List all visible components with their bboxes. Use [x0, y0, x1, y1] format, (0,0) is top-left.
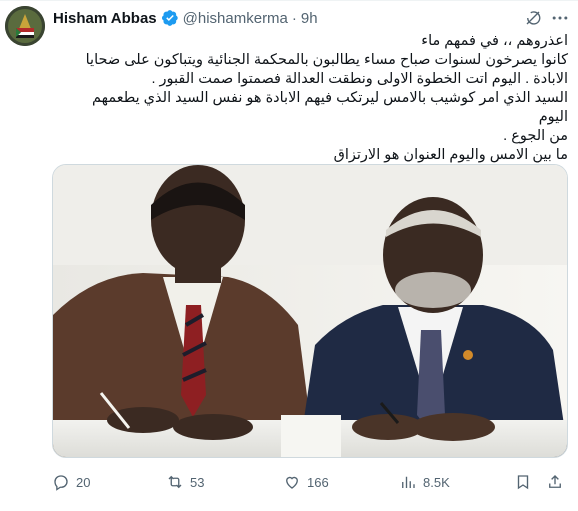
tweet-line: كانوا يصرخون لسنوات صباح مساء يطالبون با…: [85, 52, 568, 68]
tweet-line: من الجوع .: [503, 128, 568, 144]
tweet-line: السيد الذي امر كوشيب بالامس ليرتكب فيهم …: [92, 90, 568, 125]
tweet-photo[interactable]: [52, 164, 568, 458]
author-name[interactable]: Hisham Abbas: [53, 10, 157, 27]
avatar[interactable]: [5, 6, 45, 46]
reply-icon: [54, 475, 68, 491]
action-bar: 20 53 166 8.5K: [52, 470, 568, 494]
tweet-line: اعذروهم ،، في فمهم ماء: [421, 33, 568, 49]
share-icon: [549, 475, 561, 488]
author-handle[interactable]: @hishamkerma: [183, 10, 288, 27]
tweet-card[interactable]: Hisham Abbas @hishamkerma · 9h اعذروهم ،…: [0, 0, 578, 511]
tweet-header: Hisham Abbas @hishamkerma · 9h: [53, 8, 568, 28]
heart-icon: [286, 476, 298, 489]
like-button[interactable]: 166: [283, 470, 329, 494]
timestamp[interactable]: 9h: [301, 10, 318, 27]
separator: ·: [291, 9, 297, 27]
bookmark-icon: [517, 475, 529, 490]
reply-count: 20: [76, 474, 91, 490]
tweet-text: اعذروهم ،، في فمهم ماء كانوا يصرخون لسنو…: [60, 32, 568, 165]
tweet-line: ما بين الامس واليوم العنوان هو الارتزاق: [333, 147, 568, 163]
share-button[interactable]: [546, 470, 564, 494]
views-button[interactable]: 8.5K: [399, 470, 450, 494]
repost-button[interactable]: 53: [166, 470, 204, 494]
views-icon: [402, 476, 415, 488]
grok-icon[interactable]: [524, 9, 542, 27]
repost-icon: [168, 475, 182, 489]
bookmark-button[interactable]: [514, 470, 532, 494]
reply-button[interactable]: 20: [52, 470, 90, 494]
repost-count: 53: [190, 474, 205, 490]
more-icon[interactable]: [550, 8, 570, 28]
verified-badge-icon: [161, 9, 179, 27]
divider: [0, 0, 578, 1]
tweet-line: الابادة . اليوم اتت الخطوة الاولى ونطقت …: [151, 71, 568, 87]
views-count: 8.5K: [423, 474, 450, 490]
like-count: 166: [307, 474, 329, 490]
